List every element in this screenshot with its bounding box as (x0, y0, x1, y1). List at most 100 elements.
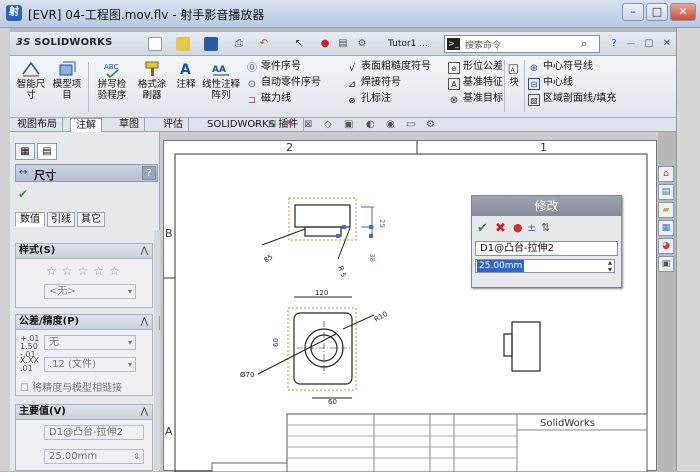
previous-view-icon[interactable]: ✎ (286, 119, 294, 130)
centerline-button[interactable]: ⊟ 中心线 (528, 75, 616, 91)
tab-annotation[interactable]: 注解 (70, 118, 102, 132)
file-explorer-icon[interactable]: ▰ (658, 202, 674, 218)
geometric-tolerance-icon: ⊕ (448, 62, 460, 74)
model-items-button[interactable]: 模型项目 (52, 60, 82, 101)
tab-view-layout[interactable]: 视图布局 (12, 118, 63, 132)
minimize-button[interactable]: – (622, 3, 644, 21)
help-button[interactable]: ? (142, 166, 156, 180)
file-properties-icon[interactable]: ▤ (336, 37, 350, 51)
style-dropdown[interactable]: <无> ▾ (44, 284, 136, 299)
block-button[interactable]: A 块 (507, 62, 521, 88)
options-gear-icon[interactable]: ⚙ (355, 37, 369, 51)
subtab-value[interactable]: 数值 (15, 212, 45, 227)
apply-scene-icon[interactable]: ▭ (406, 119, 415, 130)
side-view[interactable] (503, 321, 541, 372)
rebuild-icon[interactable]: ● (318, 37, 332, 51)
svg-text:ABC: ABC (104, 63, 118, 71)
close-doc-icon[interactable]: ✕ (660, 37, 674, 51)
dim-grip[interactable] (369, 225, 373, 229)
collapse-arrow-icon[interactable]: ⋀ (141, 405, 148, 419)
close-button[interactable]: ✕ (670, 3, 696, 21)
area-hatch-button[interactable]: ▨ 区域剖面线/填充 (528, 91, 616, 107)
style-star-icons[interactable]: ☆☆☆☆☆ (46, 264, 125, 278)
dim-grip[interactable] (342, 225, 346, 229)
subtab-leaders[interactable]: 引线 (47, 212, 75, 227)
tab-sketch[interactable]: 草图 (114, 118, 145, 132)
select-pointer-icon[interactable]: ↖ (292, 37, 306, 51)
datum-feature-button[interactable]: A 基准特征 (448, 75, 503, 91)
property-manager-tab[interactable]: ▤ (37, 143, 57, 160)
balloon-button[interactable]: ⓪ 零件序号 (246, 59, 321, 75)
dim-38[interactable]: 38 (368, 253, 376, 262)
format-painter-button[interactable]: 格式涂刷器 (134, 60, 170, 101)
tab-evaluate[interactable]: 评估 (158, 118, 189, 132)
appearances-icon[interactable]: ◕ (658, 238, 674, 254)
drawing-sheet-svg: 2 1 B A 85 R 5 25 38 120 Ø70 R10 60 60 S… (164, 141, 648, 472)
ok-check-icon[interactable]: ✔ (18, 187, 28, 201)
dim-25[interactable]: 25 (378, 219, 386, 228)
rebuild-icon[interactable]: ● (513, 221, 523, 234)
section-view-icon[interactable]: ⊠ (304, 119, 312, 130)
reverse-sense-icon[interactable]: ⇅ (541, 221, 550, 234)
note-button[interactable]: A 注释 (174, 60, 198, 90)
dim-grip[interactable] (369, 234, 373, 238)
collapse-arrow-icon[interactable]: ⋀ (141, 244, 148, 258)
modify-dimension-name[interactable]: D1@凸台-拉伸2 (475, 241, 618, 256)
design-library-icon[interactable]: ▤ (658, 184, 674, 200)
primary-value-header[interactable]: 主要值(V) ⋀ (16, 405, 152, 420)
center-mark-button[interactable]: ⊕ 中心符号线 (528, 59, 616, 75)
view-orientation-icon[interactable]: ◇ (324, 119, 332, 130)
linear-note-pattern-button[interactable]: AA 线性注释阵列 (202, 60, 240, 101)
display-style-icon[interactable]: ▣ (344, 119, 353, 130)
primary-value-field[interactable]: 25.00mm ⇕ (44, 449, 144, 464)
new-document-icon[interactable] (148, 37, 162, 51)
help-icon[interactable]: ? (607, 37, 621, 51)
value-spinner-icon[interactable]: ▴ ▾ (604, 259, 616, 274)
hide-show-icon[interactable]: ◐ (366, 119, 375, 130)
weld-symbol-button[interactable]: ⊿ 焊接符号 (346, 75, 431, 91)
cancel-x-icon[interactable]: ✖ (495, 221, 506, 236)
ribbon-separator (524, 60, 525, 112)
tolerance-group-header[interactable]: 公差/精度(P) ⋀ (16, 315, 152, 330)
subtab-other[interactable]: 其它 (77, 212, 105, 227)
surface-finish-button[interactable]: √ 表面粗糙度符号 (346, 59, 431, 75)
datum-target-button[interactable]: ⊗ 基准目标 (448, 91, 503, 107)
link-precision-checkbox[interactable]: ☐ 将精度与模型相链接 (20, 379, 122, 394)
confirm-check-icon[interactable]: ✔ (477, 221, 488, 236)
smart-dimension-button[interactable]: 智能尺寸 (14, 60, 48, 101)
open-folder-icon[interactable] (176, 37, 190, 51)
tolerance-type-dropdown[interactable]: 无 ▾ (44, 335, 136, 350)
auto-balloon-button[interactable]: ⊙ 自动零件序号 (246, 75, 321, 91)
dim-grip[interactable] (336, 234, 340, 238)
modify-value-input[interactable]: 25.00mm (475, 259, 615, 273)
hole-callout-button[interactable]: ⌀ 孔标注 (346, 91, 431, 107)
minimize-doc-icon[interactable]: — (624, 37, 638, 51)
restore-doc-icon[interactable]: ▢ (642, 37, 656, 51)
style-group-header[interactable]: 样式(S) ⋀ (16, 244, 152, 259)
mark-drive-icon[interactable]: ± (527, 221, 536, 234)
magnetic-line-button[interactable]: ⊐ 磁力线 (246, 91, 321, 107)
spell-check-button[interactable]: ABC 拼写检验程序 (94, 60, 130, 101)
solidworks-resources-icon[interactable]: ⌂ (658, 166, 674, 182)
command-search-box[interactable]: >_ 搜索命令 ⌕ (444, 35, 600, 53)
precision-dropdown[interactable]: .12 (文件) ▾ (44, 357, 136, 372)
task-pane-icons: ⌂ ▤ ▰ ▦ ◕ ▣ (658, 166, 676, 274)
collapse-arrow-icon[interactable]: ⋀ (141, 315, 148, 329)
geometric-tolerance-button[interactable]: ⊕ 形位公差 (448, 59, 503, 75)
undo-icon[interactable]: ↶ (257, 37, 271, 51)
primary-value-name-field[interactable]: D1@凸台-拉伸2 (44, 425, 144, 440)
search-icon[interactable]: ⌕ (581, 37, 587, 51)
maximize-button[interactable]: □ (646, 3, 668, 21)
custom-properties-icon[interactable]: ▣ (658, 256, 674, 272)
solidworks-menu-bar: 3S SOLIDWORKS ⎙ ↶ ↖ ● ▤ ⚙ Tutor1 ... >_ … (10, 32, 676, 56)
print-icon[interactable]: ⎙ (232, 37, 246, 51)
front-view[interactable]: 85 R 5 25 38 (261, 197, 386, 279)
top-view[interactable]: 120 Ø70 R10 60 60 (240, 289, 389, 406)
view-settings-icon[interactable]: ⚙ (426, 119, 435, 130)
feature-tree-tab[interactable]: ▦ (15, 143, 35, 160)
edit-appearance-icon[interactable]: ◉ (386, 119, 395, 130)
view-palette-icon[interactable]: ▦ (658, 220, 674, 236)
save-icon[interactable] (204, 37, 218, 51)
zoom-to-fit-icon[interactable]: ⌕ (252, 119, 258, 130)
zoom-area-icon[interactable]: ⊞ (268, 119, 276, 130)
